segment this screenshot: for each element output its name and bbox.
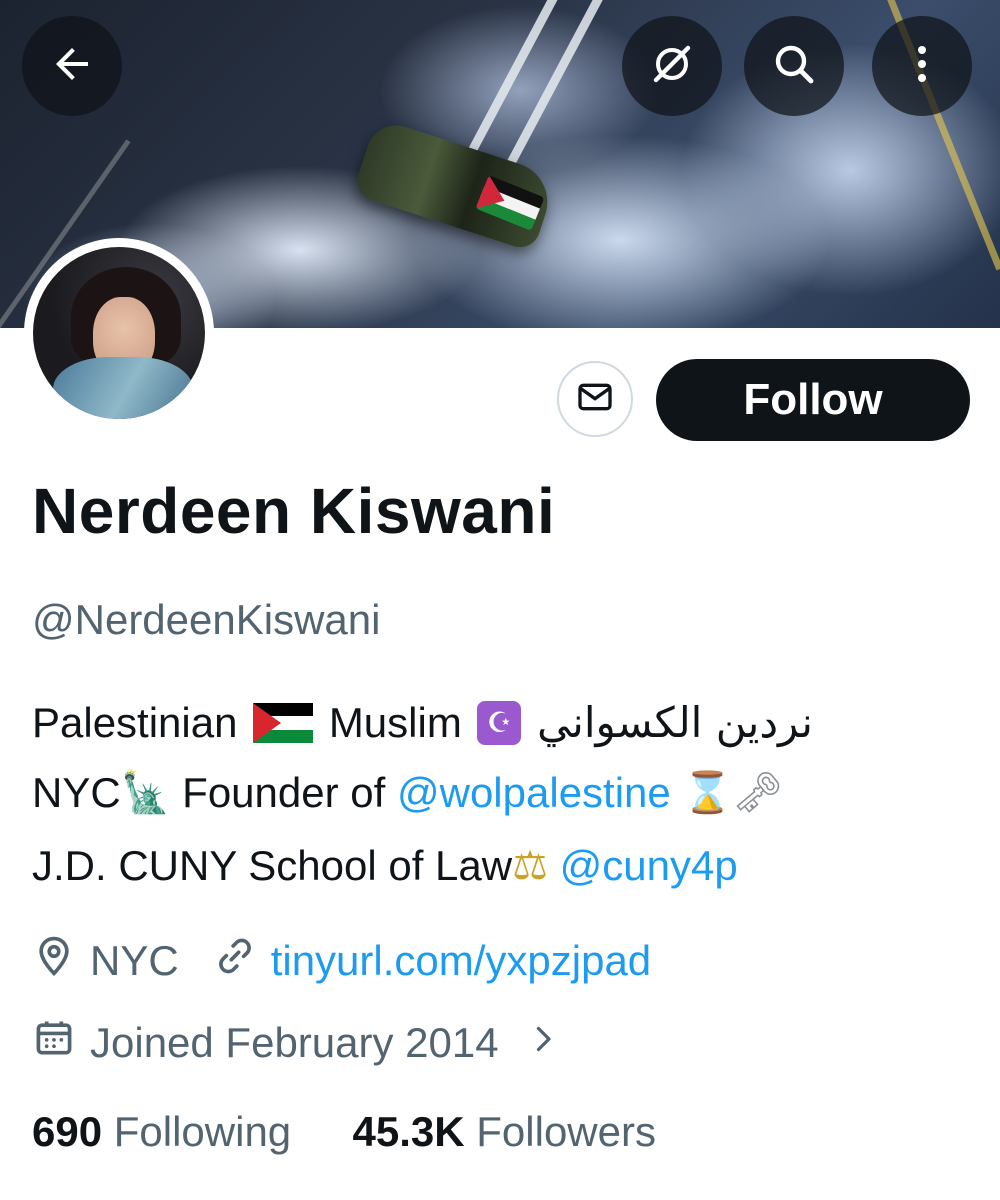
star-crescent-icon: ☪ <box>477 700 522 745</box>
more-button[interactable] <box>872 16 972 116</box>
profile-bio: Palestinian Muslim ☪ نردين الكسواني NYC🗽… <box>32 688 972 904</box>
search-button[interactable] <box>744 16 844 116</box>
bio-line-1: Palestinian Muslim ☪ نردين الكسواني <box>32 688 972 758</box>
followers-count: 45.3K <box>352 1108 465 1155</box>
bio-text: J.D. CUNY School of Law <box>32 841 513 889</box>
calendar-icon <box>32 1016 90 1070</box>
scales-icon: ⚖ <box>512 842 548 889</box>
message-button[interactable] <box>557 361 633 437</box>
arrow-left-icon <box>48 40 96 93</box>
following-link[interactable]: 690 Following <box>32 1108 291 1155</box>
more-vertical-icon <box>898 40 946 93</box>
website-link[interactable]: tinyurl.com/yxpzjpad <box>271 937 651 985</box>
key-icon: 🗝 <box>732 769 784 816</box>
statue-of-liberty-icon: 🗽 <box>120 769 171 816</box>
bio-line-2: NYC🗽 Founder of @wolpalestine ⌛🗝 <box>32 758 972 831</box>
profile-name: Nerdeen Kiswani <box>32 475 556 547</box>
bio-arabic-name: نردين الكسواني <box>537 698 813 747</box>
grok-button[interactable] <box>622 16 722 116</box>
bio-text: Founder of <box>182 769 386 816</box>
profile-handle: @NerdeenKiswani <box>32 596 381 643</box>
joined-date: Joined February 2014 <box>90 1019 499 1066</box>
mention-link-cuny4p[interactable]: @cuny4p <box>560 842 738 889</box>
following-label: Following <box>113 1108 292 1155</box>
mention-link-wolpalestine[interactable]: @wolpalestine <box>397 769 671 816</box>
grok-icon <box>648 40 696 93</box>
followers-link[interactable]: 45.3K Followers <box>353 1108 656 1155</box>
bio-text: Palestinian <box>32 699 238 746</box>
bio-line-3: J.D. CUNY School of Law⚖ @cuny4p <box>32 831 972 904</box>
follow-button[interactable]: Follow <box>656 359 970 441</box>
bio-text: Muslim <box>328 699 462 746</box>
profile-meta-row: NYC tinyurl.com/yxpzjpad <box>32 934 651 988</box>
link-icon <box>213 934 271 988</box>
followers-label: Followers <box>476 1108 656 1155</box>
palestine-flag-icon <box>253 702 314 743</box>
location-pin-icon <box>32 934 90 988</box>
bio-text: NYC <box>32 769 121 816</box>
location-text: NYC <box>90 937 179 984</box>
envelope-icon <box>575 377 615 422</box>
back-button[interactable] <box>22 16 122 116</box>
avatar-image <box>33 247 205 419</box>
chevron-right-icon <box>525 1019 575 1067</box>
profile-stats: 690 Following 45.3K Followers <box>32 1108 656 1156</box>
search-icon <box>770 40 818 93</box>
hourglass-icon: ⌛ <box>682 769 733 816</box>
following-count: 690 <box>32 1108 103 1155</box>
avatar[interactable] <box>24 238 214 428</box>
joined-row[interactable]: Joined February 2014 <box>32 1016 575 1070</box>
